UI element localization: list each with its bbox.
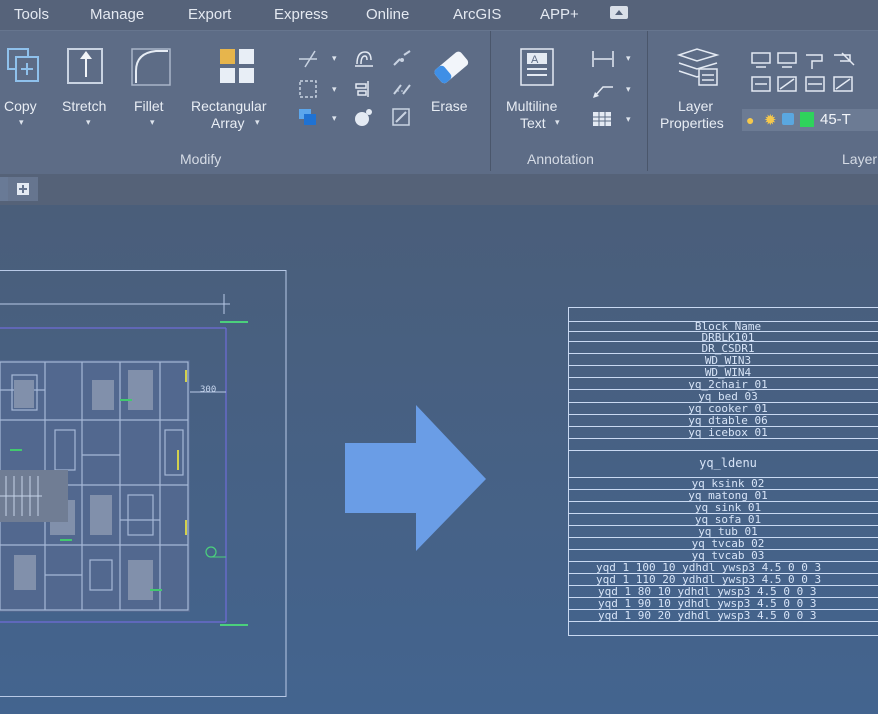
annotation-panel-title: Annotation <box>527 151 594 167</box>
trim-icon[interactable] <box>297 49 319 69</box>
rectangular-array-label-line2[interactable]: Array <box>211 115 244 131</box>
lightbulb-on-icon: ● <box>746 112 755 128</box>
copy-dropdown-caret[interactable]: ▾ <box>19 117 24 128</box>
menu-app-plus[interactable]: APP+ <box>540 6 579 23</box>
extend-dropdown-caret[interactable]: ▾ <box>332 84 337 95</box>
ribbon-separator <box>490 31 491 171</box>
fillet-button[interactable]: Fillet <box>134 98 164 114</box>
edit-polyline-icon[interactable] <box>391 107 413 127</box>
rectangular-array-label-line1[interactable]: Rectangular <box>191 98 267 114</box>
break-icon[interactable] <box>391 49 413 69</box>
new-tab-icon <box>17 183 29 195</box>
multiline-text-icon[interactable]: A <box>519 47 559 89</box>
table-icon[interactable] <box>591 109 617 129</box>
extend-icon[interactable] <box>298 79 318 99</box>
layer-properties-label-line1[interactable]: Layer <box>678 98 713 114</box>
dimension-dropdown-caret[interactable]: ▾ <box>626 53 631 64</box>
move-copy-dropdown-caret[interactable]: ▾ <box>332 113 337 124</box>
menu-bar: Tools Manage Export Express Online ArcGI… <box>0 0 878 30</box>
rectangular-array-icon[interactable] <box>218 47 258 87</box>
table-dropdown-caret[interactable]: ▾ <box>626 114 631 125</box>
right-arrow-icon <box>345 405 487 558</box>
table-row: yq_ldenu <box>699 456 757 470</box>
join-icon[interactable] <box>391 79 413 99</box>
fillet-dropdown-caret[interactable]: ▾ <box>150 117 155 128</box>
block-name-table[interactable]: Block Name DRBLK101 DR_CSDR1 WD_WIN3 WD_… <box>568 307 878 637</box>
multiline-text-dropdown-caret[interactable]: ▾ <box>555 117 560 128</box>
menu-arcgis[interactable]: ArcGIS <box>453 6 501 23</box>
stretch-dropdown-caret[interactable]: ▾ <box>86 117 91 128</box>
leader-dropdown-caret[interactable]: ▾ <box>626 84 631 95</box>
layer-properties-icon[interactable] <box>675 45 721 91</box>
fillet-icon[interactable] <box>130 47 172 87</box>
align-icon[interactable] <box>354 79 374 99</box>
erase-button[interactable]: Erase <box>431 98 468 114</box>
layer-dropdown[interactable]: ● ✹ 45-T <box>742 109 878 131</box>
unlock-icon <box>782 113 794 125</box>
copy-button[interactable]: Copy <box>4 98 37 114</box>
table-row: yq_icebox_01 <box>688 426 768 439</box>
menu-express[interactable]: Express <box>274 6 328 23</box>
menu-manage[interactable]: Manage <box>90 6 144 23</box>
layers-panel-title: Layer <box>842 151 878 167</box>
stretch-icon[interactable] <box>66 47 106 87</box>
move-copy-icon[interactable] <box>297 107 319 127</box>
dimension-icon[interactable] <box>591 49 617 69</box>
sun-thaw-icon: ✹ <box>764 112 777 129</box>
new-document-tab[interactable] <box>8 177 38 201</box>
menu-tools[interactable]: Tools <box>14 6 49 23</box>
modify-panel-title: Modify <box>180 151 222 167</box>
document-tab-strip <box>0 174 878 205</box>
stretch-button[interactable]: Stretch <box>62 98 106 114</box>
offset-icon[interactable] <box>353 48 375 70</box>
minimize-ribbon-icon[interactable] <box>610 6 628 19</box>
svg-text:A: A <box>531 54 539 66</box>
menu-export[interactable]: Export <box>188 6 231 23</box>
multiline-text-label-line1[interactable]: Multiline <box>506 98 557 114</box>
cad-application-window: Tools Manage Export Express Online ArcGI… <box>0 0 878 714</box>
ribbon-separator <box>647 31 648 171</box>
current-layer-name: 45-T <box>820 111 851 128</box>
dimension-text: 300 <box>200 385 217 395</box>
floor-plan-drawing[interactable]: 300 <box>0 270 287 697</box>
layer-color-swatch <box>800 112 814 127</box>
eraser-icon[interactable] <box>430 47 472 87</box>
layer-properties-label-line2[interactable]: Properties <box>660 115 724 131</box>
menu-online[interactable]: Online <box>366 6 409 23</box>
trim-dropdown-caret[interactable]: ▾ <box>332 53 337 64</box>
multiline-text-label-line2[interactable]: Text <box>520 115 546 131</box>
rectangular-array-dropdown-caret[interactable]: ▾ <box>255 117 260 128</box>
leader-icon[interactable] <box>591 79 617 99</box>
table-row: yqd_1_90_20_ydhdl_ywsp3_4.5_0_0_3 <box>598 609 817 622</box>
ribbon: Copy ▾ Stretch ▾ Fillet ▾ Rectangular Ar… <box>0 30 878 175</box>
layer-state-icon[interactable] <box>750 49 878 99</box>
copy-icon[interactable] <box>6 47 42 87</box>
explode-icon[interactable] <box>352 107 374 127</box>
